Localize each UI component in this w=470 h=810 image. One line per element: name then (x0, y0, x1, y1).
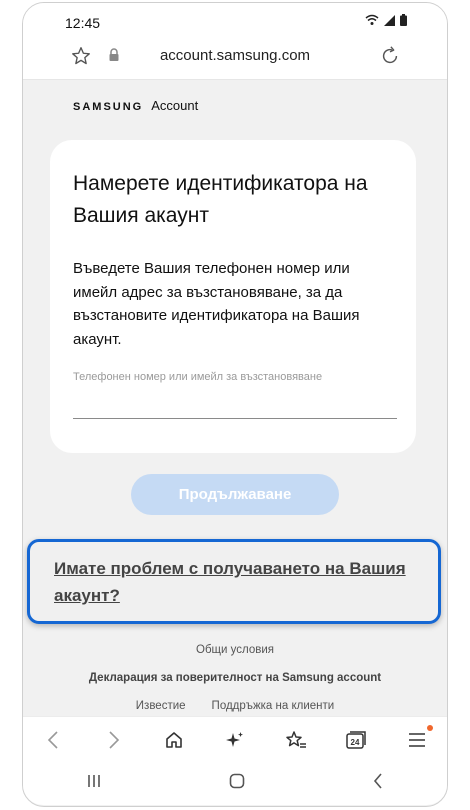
continue-button[interactable]: Продължаване (131, 474, 339, 515)
chevron-left-icon (48, 730, 58, 749)
address-bar: account.samsung.com (23, 39, 447, 80)
support-link[interactable]: Поддръжка на клиенти (212, 700, 335, 712)
browser-toolbar: 24 (23, 716, 447, 762)
recent-apps-button[interactable] (86, 773, 102, 794)
wifi-icon (365, 14, 379, 25)
privacy-link[interactable]: Декларация за поверителност на Samsung a… (0, 672, 470, 684)
system-back-button[interactable] (372, 773, 384, 794)
terms-link[interactable]: Общи условия (0, 644, 470, 656)
recent-apps-icon (88, 775, 101, 787)
battery-icon (400, 14, 407, 26)
reload-icon (382, 46, 398, 64)
tabs-count: 24 (351, 738, 360, 747)
system-navigation-bar (23, 762, 447, 805)
back-button[interactable] (35, 722, 71, 758)
home-button[interactable] (156, 722, 192, 758)
notification-dot (426, 724, 433, 731)
forward-button[interactable] (96, 722, 132, 758)
find-id-card: Намерете идентификатора на Вашия акаунт … (50, 140, 416, 453)
ai-assist-button[interactable] (217, 722, 253, 758)
samsung-account-brand: SAMSUNG Account (73, 98, 198, 113)
signal-icon (384, 14, 395, 26)
footer-links-row: Известие Поддръжка на клиенти (0, 700, 470, 712)
page-description: Въведете Вашия телефонен номер или имейл… (73, 260, 360, 348)
help-link-highlight: Имате проблем с получаването на Вашия ак… (27, 539, 441, 624)
samsung-logo: SAMSUNG (73, 101, 144, 113)
input-underline (73, 418, 397, 419)
bookmarks-button[interactable] (278, 722, 314, 758)
chevron-right-icon (109, 730, 119, 749)
brand-account-label: Account (151, 98, 199, 113)
home-icon (166, 731, 183, 748)
reload-button[interactable] (379, 45, 401, 72)
status-bar: 12:45 (23, 3, 447, 39)
trouble-getting-account-link[interactable]: Имате проблем с получаването на Вашия ак… (54, 555, 424, 609)
system-home-button[interactable] (229, 773, 245, 794)
status-icons (365, 14, 407, 26)
back-arrow-icon (373, 773, 382, 789)
tabs-icon: 24 (346, 730, 366, 749)
page-title: Намерете идентификатора на Вашия акаунт (73, 172, 368, 227)
tabs-button[interactable]: 24 (338, 722, 374, 758)
sparkle-icon (225, 731, 243, 747)
hamburger-menu-icon (408, 732, 425, 747)
phone-or-email-input[interactable]: Телефонен номер или имейл за възстановяв… (73, 371, 322, 383)
rounded-square-icon (229, 773, 245, 789)
status-time: 12:45 (65, 15, 101, 31)
notice-link[interactable]: Известие (136, 700, 186, 712)
menu-button[interactable] (399, 722, 435, 758)
star-list-icon (285, 730, 306, 748)
